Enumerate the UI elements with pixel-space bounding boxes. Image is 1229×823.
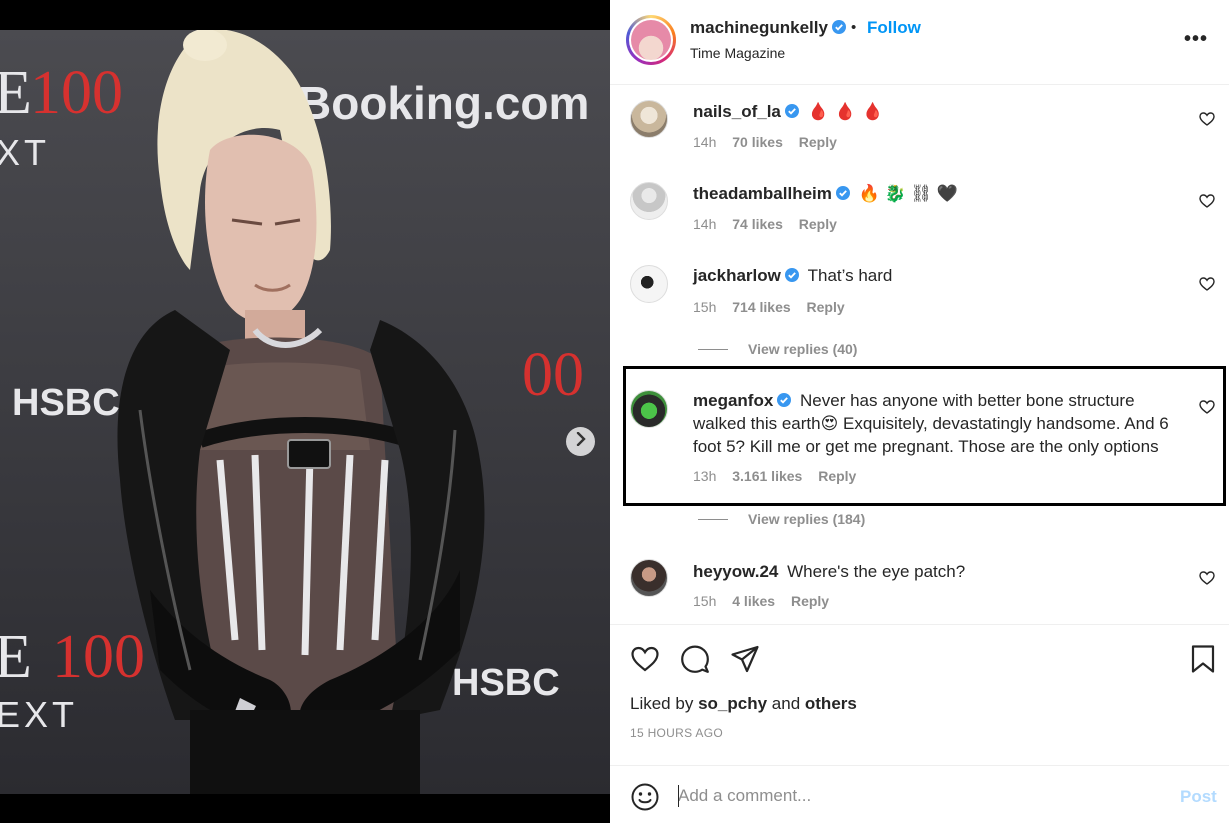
commenter-avatar[interactable]: [630, 265, 668, 303]
comment-likes[interactable]: 70 likes: [732, 134, 783, 150]
chevron-right-icon: [575, 431, 587, 451]
comment-likes[interactable]: 3.161 likes: [732, 468, 802, 484]
avatar-image: [631, 20, 671, 60]
comment-text: 🩸🩸🩸: [807, 102, 890, 121]
follow-button[interactable]: Follow: [867, 18, 921, 38]
post-sidebar: machinegunkelly • Follow Time Magazine •…: [610, 0, 1229, 823]
verified-badge-icon: [784, 268, 799, 282]
author-avatar[interactable]: [626, 15, 676, 65]
view-replies-label: View replies (184): [748, 511, 866, 527]
post-media: E 100 XT Booking.com HSBC 00 E 100 EXT H…: [0, 0, 610, 823]
like-comment-heart-icon[interactable]: [1199, 399, 1215, 415]
view-replies-button[interactable]: View replies (184): [698, 511, 865, 527]
comment-time[interactable]: 15h: [693, 593, 716, 609]
commenter-avatar[interactable]: [630, 100, 668, 138]
separator-dot: •: [851, 19, 857, 36]
verified-badge-icon: [777, 393, 792, 407]
post-photo[interactable]: E 100 XT Booking.com HSBC 00 E 100 EXT H…: [0, 30, 610, 794]
reply-button[interactable]: Reply: [799, 134, 837, 150]
comment-meta: 14h 74 likes Reply: [693, 216, 849, 232]
like-comment-heart-icon[interactable]: [1199, 111, 1215, 127]
comment-text: 🔥 🐉 ⛓ 🖤: [858, 184, 958, 203]
like-comment-heart-icon[interactable]: [1199, 276, 1215, 292]
reply-button[interactable]: Reply: [818, 468, 856, 484]
like-comment-heart-icon[interactable]: [1199, 193, 1215, 209]
liked-by-summary: Liked by so_pchy and others: [630, 694, 857, 714]
commenter-avatar[interactable]: [630, 559, 668, 597]
commenter-avatar[interactable]: [630, 182, 668, 220]
comment-time[interactable]: 13h: [693, 468, 716, 484]
comment-likes[interactable]: 714 likes: [732, 299, 790, 315]
add-comment-input[interactable]: [678, 783, 1158, 809]
post-comment-button[interactable]: Post: [1180, 787, 1217, 807]
comment-meta: 14h 70 likes Reply: [693, 134, 849, 150]
liked-by-prefix: Liked by: [630, 694, 694, 713]
view-replies-label: View replies (40): [748, 341, 858, 357]
divider-line: [698, 518, 728, 520]
reply-button[interactable]: Reply: [799, 216, 837, 232]
like-comment-heart-icon[interactable]: [1199, 570, 1215, 586]
author-username[interactable]: machinegunkelly: [690, 18, 828, 37]
commenter-username[interactable]: nails_of_la: [693, 102, 781, 121]
liked-by-user-link[interactable]: so_pchy: [698, 694, 767, 713]
share-paper-plane-icon[interactable]: [730, 644, 760, 674]
action-bar: Liked by so_pchy and others 15 HOURS AGO: [610, 624, 1229, 764]
comment-bubble-icon[interactable]: [680, 644, 710, 674]
verified-badge-icon: [784, 104, 799, 118]
author-username-row[interactable]: machinegunkelly: [690, 18, 846, 38]
reply-button[interactable]: Reply: [807, 299, 845, 315]
like-heart-icon[interactable]: [630, 644, 660, 674]
add-comment-bar: Post: [610, 765, 1229, 823]
comment-time[interactable]: 14h: [693, 134, 716, 150]
comment-time[interactable]: 15h: [693, 299, 716, 315]
reply-button[interactable]: Reply: [791, 593, 829, 609]
comment-meta: 13h 3.161 likes Reply: [693, 468, 868, 484]
next-photo-button[interactable]: [566, 427, 595, 456]
commenter-username[interactable]: theadamballheim: [693, 184, 832, 203]
more-options-icon[interactable]: •••: [1184, 28, 1208, 51]
liked-by-and: and: [771, 694, 801, 713]
comment-text: Where's the eye patch?: [787, 562, 966, 581]
liked-by-others-link[interactable]: others: [805, 694, 857, 713]
comment-time[interactable]: 14h: [693, 216, 716, 232]
comment-meta: 15h 4 likes Reply: [693, 593, 841, 609]
divider-line: [698, 348, 728, 350]
verified-badge-icon: [835, 186, 850, 200]
view-replies-button[interactable]: View replies (40): [698, 341, 857, 357]
comment-meta: 15h 714 likes Reply: [693, 299, 857, 315]
text-caret: [678, 785, 679, 807]
post-header: machinegunkelly • Follow Time Magazine •…: [610, 0, 1229, 85]
emoji-smiley-icon[interactable]: [630, 782, 660, 812]
commenter-username[interactable]: heyyow.24: [693, 562, 778, 581]
commenter-username[interactable]: meganfox: [693, 391, 773, 410]
comment-text: That’s hard: [807, 266, 893, 285]
comment-likes[interactable]: 4 likes: [732, 593, 775, 609]
post-timestamp[interactable]: 15 HOURS AGO: [630, 726, 723, 740]
verified-badge-icon: [831, 20, 846, 34]
commenter-avatar[interactable]: [630, 390, 668, 428]
comment-likes[interactable]: 74 likes: [732, 216, 783, 232]
post-location[interactable]: Time Magazine: [690, 45, 785, 61]
commenter-username[interactable]: jackharlow: [693, 266, 781, 285]
save-bookmark-icon[interactable]: [1188, 644, 1218, 674]
